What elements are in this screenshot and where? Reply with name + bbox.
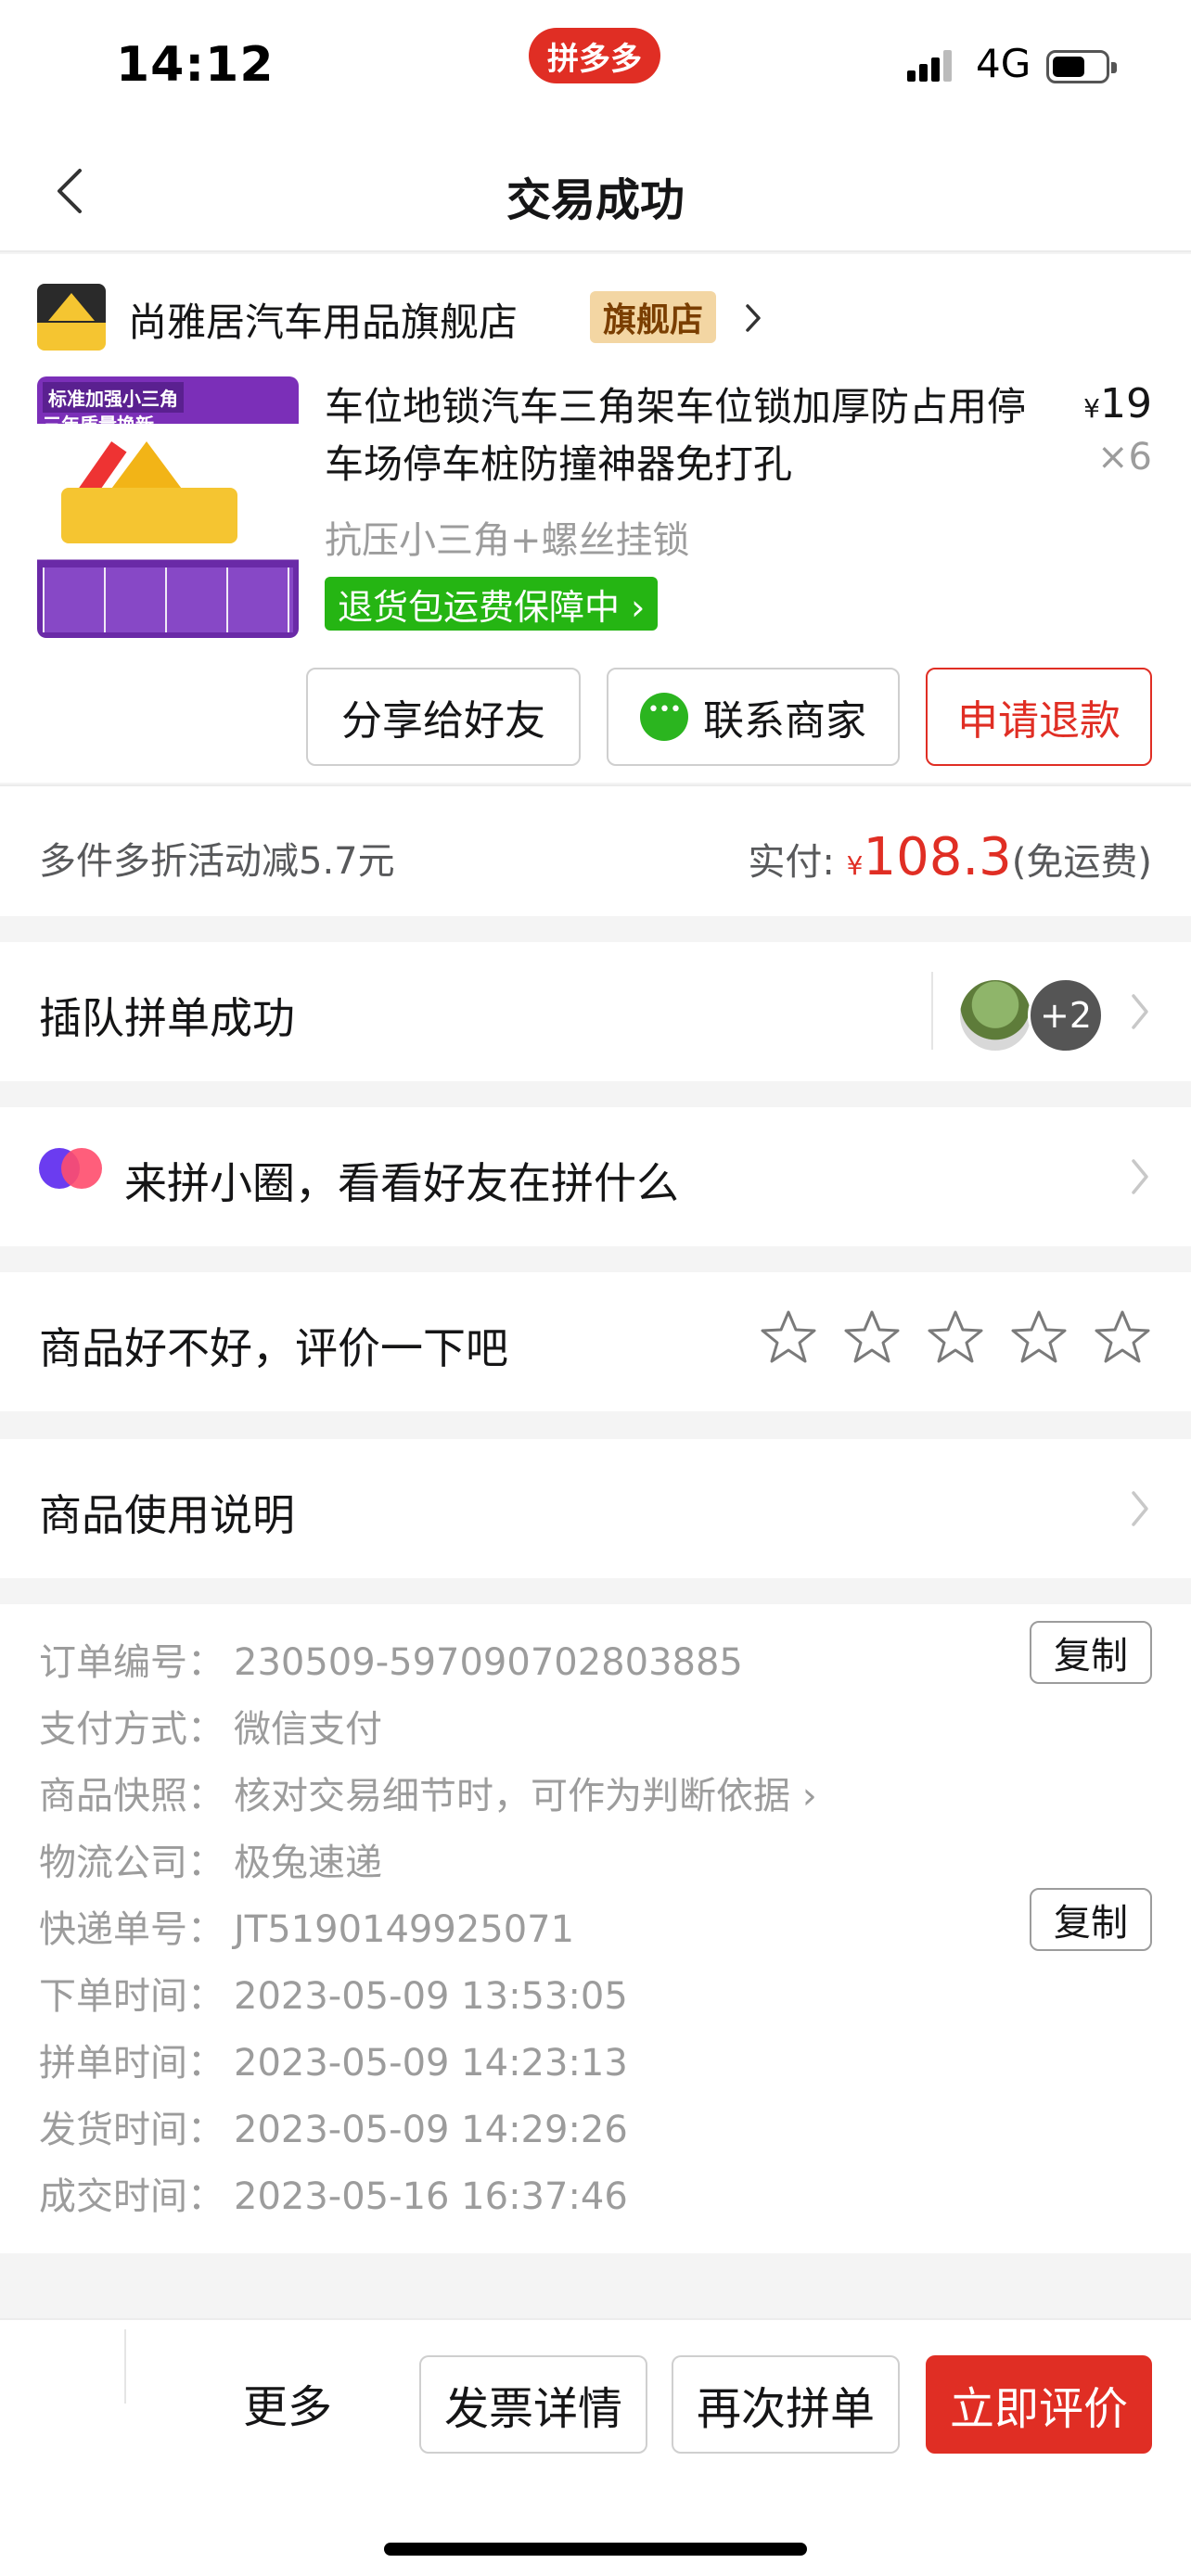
order-info-value: JT5190149925071 <box>234 1908 575 1951</box>
manual-label: 商品使用说明 <box>39 1490 295 1540</box>
signal-icon <box>907 50 952 82</box>
order-info-key: 商品快照： <box>39 1775 224 1817</box>
order-info-row: 成交时间： 2023-05-16 16:37:46 <box>39 2166 628 2220</box>
order-info-row: 发货时间： 2023-05-09 14:29:26 <box>39 2099 628 2153</box>
review-row: 商品好不好，评价一下吧 <box>0 1272 1191 1411</box>
chat-icon <box>640 693 688 741</box>
order-info: 订单编号： 230509-597090702803885 复制 支付方式： 微信支付 商品… <box>0 1604 1191 2253</box>
product-quantity: ×6 <box>1097 436 1152 478</box>
discount-text: 多件多折活动减5.7元 <box>39 840 395 883</box>
order-info-value: 2023-05-09 13:53:05 <box>234 1975 628 2018</box>
order-info-value: 核对交易细节时，可作为判断依据 › <box>234 1775 817 1817</box>
star-icon[interactable] <box>926 1307 985 1367</box>
order-info-key: 物流公司： <box>39 1842 224 1884</box>
paid-amount: 实付: ¥108.3(免运费) <box>748 827 1152 887</box>
avatar-more: +2 <box>1028 977 1104 1053</box>
avatar <box>957 977 1033 1053</box>
bottom-action-bar: 更多 发票详情 再次拼单 立即评价 <box>0 2318 1191 2576</box>
home-indicator[interactable] <box>384 2543 807 2556</box>
order-info-key: 支付方式： <box>39 1708 224 1751</box>
nav-bar: 交易成功 <box>0 130 1191 252</box>
order-info-key: 下单时间： <box>39 1975 224 2018</box>
order-info-row[interactable]: 商品快照： 核对交易细节时，可作为判断依据 › <box>39 1766 817 1819</box>
divider <box>931 972 933 1050</box>
product-price: ¥19 <box>1083 380 1152 427</box>
order-info-value: 极兔速递 <box>234 1842 382 1884</box>
status-time: 14:12 <box>116 37 275 93</box>
more-button[interactable]: 更多 <box>243 2370 332 2435</box>
contact-merchant-button[interactable]: 联系商家 <box>607 668 900 766</box>
circle-logo-icon <box>39 1148 102 1189</box>
divider <box>124 2329 126 2404</box>
group-buy-row[interactable]: 插队拼单成功 +2 <box>0 942 1191 1081</box>
order-info-key: 订单编号： <box>39 1641 224 1684</box>
share-button[interactable]: 分享给好友 <box>306 668 581 766</box>
chevron-right-icon[interactable] <box>738 302 766 334</box>
circle-row[interactable]: 来拼小圈，看看好友在拼什么 <box>0 1107 1191 1246</box>
chevron-right-icon[interactable] <box>1124 990 1154 1033</box>
review-prompt: 商品好不好，评价一下吧 <box>39 1323 508 1373</box>
order-info-key: 成交时间： <box>39 2175 224 2218</box>
store-name[interactable]: 尚雅居汽车用品旗舰店 <box>128 291 518 348</box>
invoice-button[interactable]: 发票详情 <box>419 2355 647 2454</box>
store-logo[interactable] <box>37 284 106 351</box>
reorder-button[interactable]: 再次拼单 <box>672 2355 900 2454</box>
manual-row[interactable]: 商品使用说明 <box>0 1439 1191 1578</box>
return-shipping-guarantee[interactable]: 退货包运费保障中 › <box>325 577 659 631</box>
order-card: 尚雅居汽车用品旗舰店 旗舰店 标准加强小三角 三年质量换新 车位地锁汽车三角架车… <box>0 254 1191 783</box>
product-spec: 抗压小三角+螺丝挂锁 <box>325 519 690 562</box>
order-info-row: 快递单号： JT5190149925071 <box>39 1899 574 1953</box>
payment-summary: 多件多折活动减5.7元 实付: ¥108.3(免运费) <box>0 784 1191 916</box>
star-icon[interactable] <box>1093 1307 1152 1367</box>
star-icon[interactable] <box>1009 1307 1069 1367</box>
product-image-text: 三年质量换新 <box>43 414 154 436</box>
network-type: 4G <box>976 41 1031 86</box>
product-title[interactable]: 车位地锁汽车三角架车位锁加厚防占用停车场停车桩防撞神器免打孔 <box>325 378 1048 493</box>
chevron-right-icon[interactable] <box>1124 1487 1154 1530</box>
review-now-button[interactable]: 立即评价 <box>926 2355 1152 2454</box>
page-title: 交易成功 <box>506 174 685 226</box>
order-info-row: 拼单时间： 2023-05-09 14:23:13 <box>39 2033 628 2086</box>
battery-icon <box>1046 50 1117 83</box>
order-info-value: 230509-597090702803885 <box>234 1641 743 1684</box>
order-info-row: 支付方式： 微信支付 <box>39 1699 382 1753</box>
copy-button[interactable]: 复制 <box>1030 1621 1152 1684</box>
circle-label: 来拼小圈，看看好友在拼什么 <box>124 1158 679 1208</box>
order-info-row: 订单编号： 230509-597090702803885 <box>39 1632 743 1686</box>
order-info-value: 微信支付 <box>234 1708 382 1751</box>
star-icon[interactable] <box>842 1307 902 1367</box>
order-info-key: 拼单时间： <box>39 2042 224 2085</box>
refund-button[interactable]: 申请退款 <box>926 668 1152 766</box>
product-image[interactable]: 标准加强小三角 三年质量换新 <box>37 376 299 638</box>
group-buy-label: 插队拼单成功 <box>39 993 295 1043</box>
status-bar: 14:12 拼多多 4G <box>0 0 1191 130</box>
star-icon[interactable] <box>759 1307 818 1367</box>
chevron-right-icon[interactable] <box>1124 1155 1154 1198</box>
order-info-key: 快递单号： <box>39 1908 224 1951</box>
flagship-badge: 旗舰店 <box>590 291 717 343</box>
order-info-value: 2023-05-16 16:37:46 <box>234 2175 628 2218</box>
order-info-row: 下单时间： 2023-05-09 13:53:05 <box>39 1966 628 2020</box>
product-image-text: 标准加强小三角 <box>43 382 184 413</box>
order-info-value: 2023-05-09 14:29:26 <box>234 2109 628 2151</box>
order-info-row: 物流公司： 极兔速递 <box>39 1832 382 1886</box>
order-info-key: 发货时间： <box>39 2109 224 2151</box>
copy-button[interactable]: 复制 <box>1030 1888 1152 1951</box>
order-info-value: 2023-05-09 14:23:13 <box>234 2042 628 2085</box>
app-badge: 拼多多 <box>529 28 660 83</box>
star-rating[interactable] <box>759 1307 1152 1367</box>
